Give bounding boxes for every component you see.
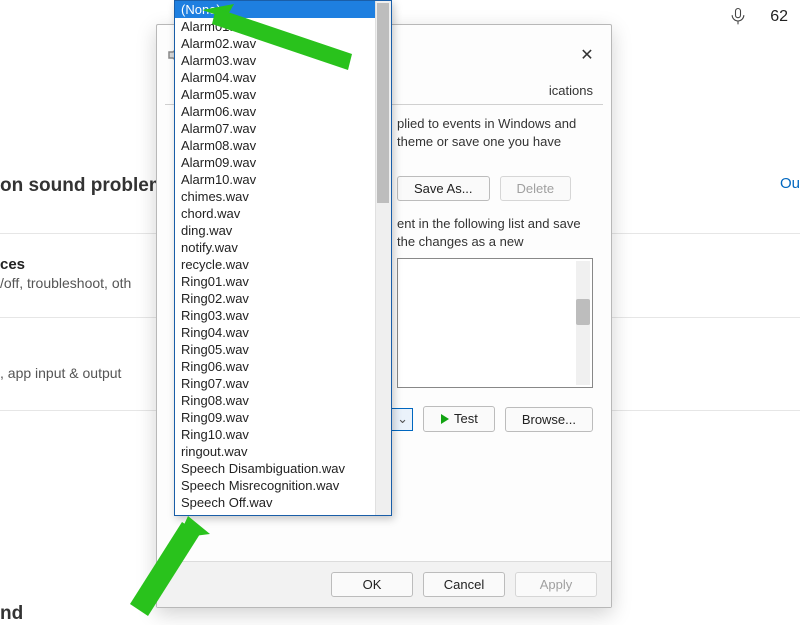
save-as-button[interactable]: Save As... (397, 176, 490, 201)
combobox-option[interactable]: Ring10.wav (175, 426, 375, 443)
dialog-text-mid: ent in the following list and save the c… (397, 215, 593, 250)
cancel-button[interactable]: Cancel (423, 572, 505, 597)
chevron-down-icon: ⌄ (397, 411, 408, 427)
annotation-arrow-bottom (130, 516, 210, 616)
section-ces-subtitle: /off, troubleshoot, oth (0, 275, 131, 291)
dialog-text-top-line1: plied to events in Windows and theme or … (397, 115, 593, 150)
ok-button[interactable]: OK (331, 572, 413, 597)
delete-button: Delete (500, 176, 572, 201)
combobox-option[interactable]: Ring09.wav (175, 409, 375, 426)
combobox-option[interactable]: Ring08.wav (175, 392, 375, 409)
scrollbar-thumb[interactable] (576, 299, 590, 325)
browse-button[interactable]: Browse... (505, 407, 593, 432)
topbar-value: 62 (770, 8, 788, 26)
dialog-button-row: OK Cancel Apply (157, 561, 611, 607)
scrollbar-thumb[interactable] (377, 3, 389, 203)
annotation-arrow-top (202, 4, 352, 70)
combobox-option[interactable]: Alarm10.wav (175, 171, 375, 188)
combobox-option[interactable]: Speech Off.wav (175, 494, 375, 511)
apply-button: Apply (515, 572, 597, 597)
close-button[interactable]: ✕ (573, 41, 601, 69)
combobox-option[interactable]: Ring03.wav (175, 307, 375, 324)
tab-communications[interactable]: ications (539, 81, 603, 104)
combobox-option[interactable]: recycle.wav (175, 256, 375, 273)
combobox-option[interactable]: Alarm07.wav (175, 120, 375, 137)
test-button[interactable]: Test (423, 406, 495, 432)
combobox-option[interactable]: Alarm09.wav (175, 154, 375, 171)
close-icon: ✕ (580, 45, 593, 65)
sound-combobox-popup[interactable]: (None)Alarm01.Alarm02.wavAlarm03.wavAlar… (174, 0, 392, 516)
combobox-option[interactable]: ringout.wav (175, 443, 375, 460)
trailing-text: nd (0, 603, 23, 625)
combobox-option[interactable]: chimes.wav (175, 188, 375, 205)
combobox-option[interactable]: notify.wav (175, 239, 375, 256)
program-events-list[interactable] (397, 258, 593, 388)
combobox-option[interactable]: Ring02.wav (175, 290, 375, 307)
play-icon (440, 412, 450, 427)
combobox-option[interactable]: Speech Disambiguation.wav (175, 460, 375, 477)
section-ces-title: ces (0, 256, 131, 273)
combobox-option[interactable]: Alarm06.wav (175, 103, 375, 120)
combobox-option[interactable]: Ring06.wav (175, 358, 375, 375)
heading-sound-problems: on sound problems (0, 175, 176, 197)
combobox-option[interactable]: Ring04.wav (175, 324, 375, 341)
section-mixer-subtitle: , app input & output (0, 365, 121, 381)
mic-icon[interactable] (728, 6, 748, 26)
combobox-option[interactable]: Alarm04.wav (175, 69, 375, 86)
combobox-option[interactable]: Alarm05.wav (175, 86, 375, 103)
combobox-option[interactable]: Ring07.wav (175, 375, 375, 392)
combobox-option[interactable]: ding.wav (175, 222, 375, 239)
combobox-option[interactable]: chord.wav (175, 205, 375, 222)
combobox-option[interactable]: Speech Misrecognition.wav (175, 477, 375, 494)
combobox-option[interactable]: Alarm08.wav (175, 137, 375, 154)
scrollbar[interactable] (375, 1, 391, 515)
combobox-option[interactable]: Ring05.wav (175, 341, 375, 358)
output-label: Ou (780, 175, 800, 192)
combobox-option[interactable]: Ring01.wav (175, 273, 375, 290)
